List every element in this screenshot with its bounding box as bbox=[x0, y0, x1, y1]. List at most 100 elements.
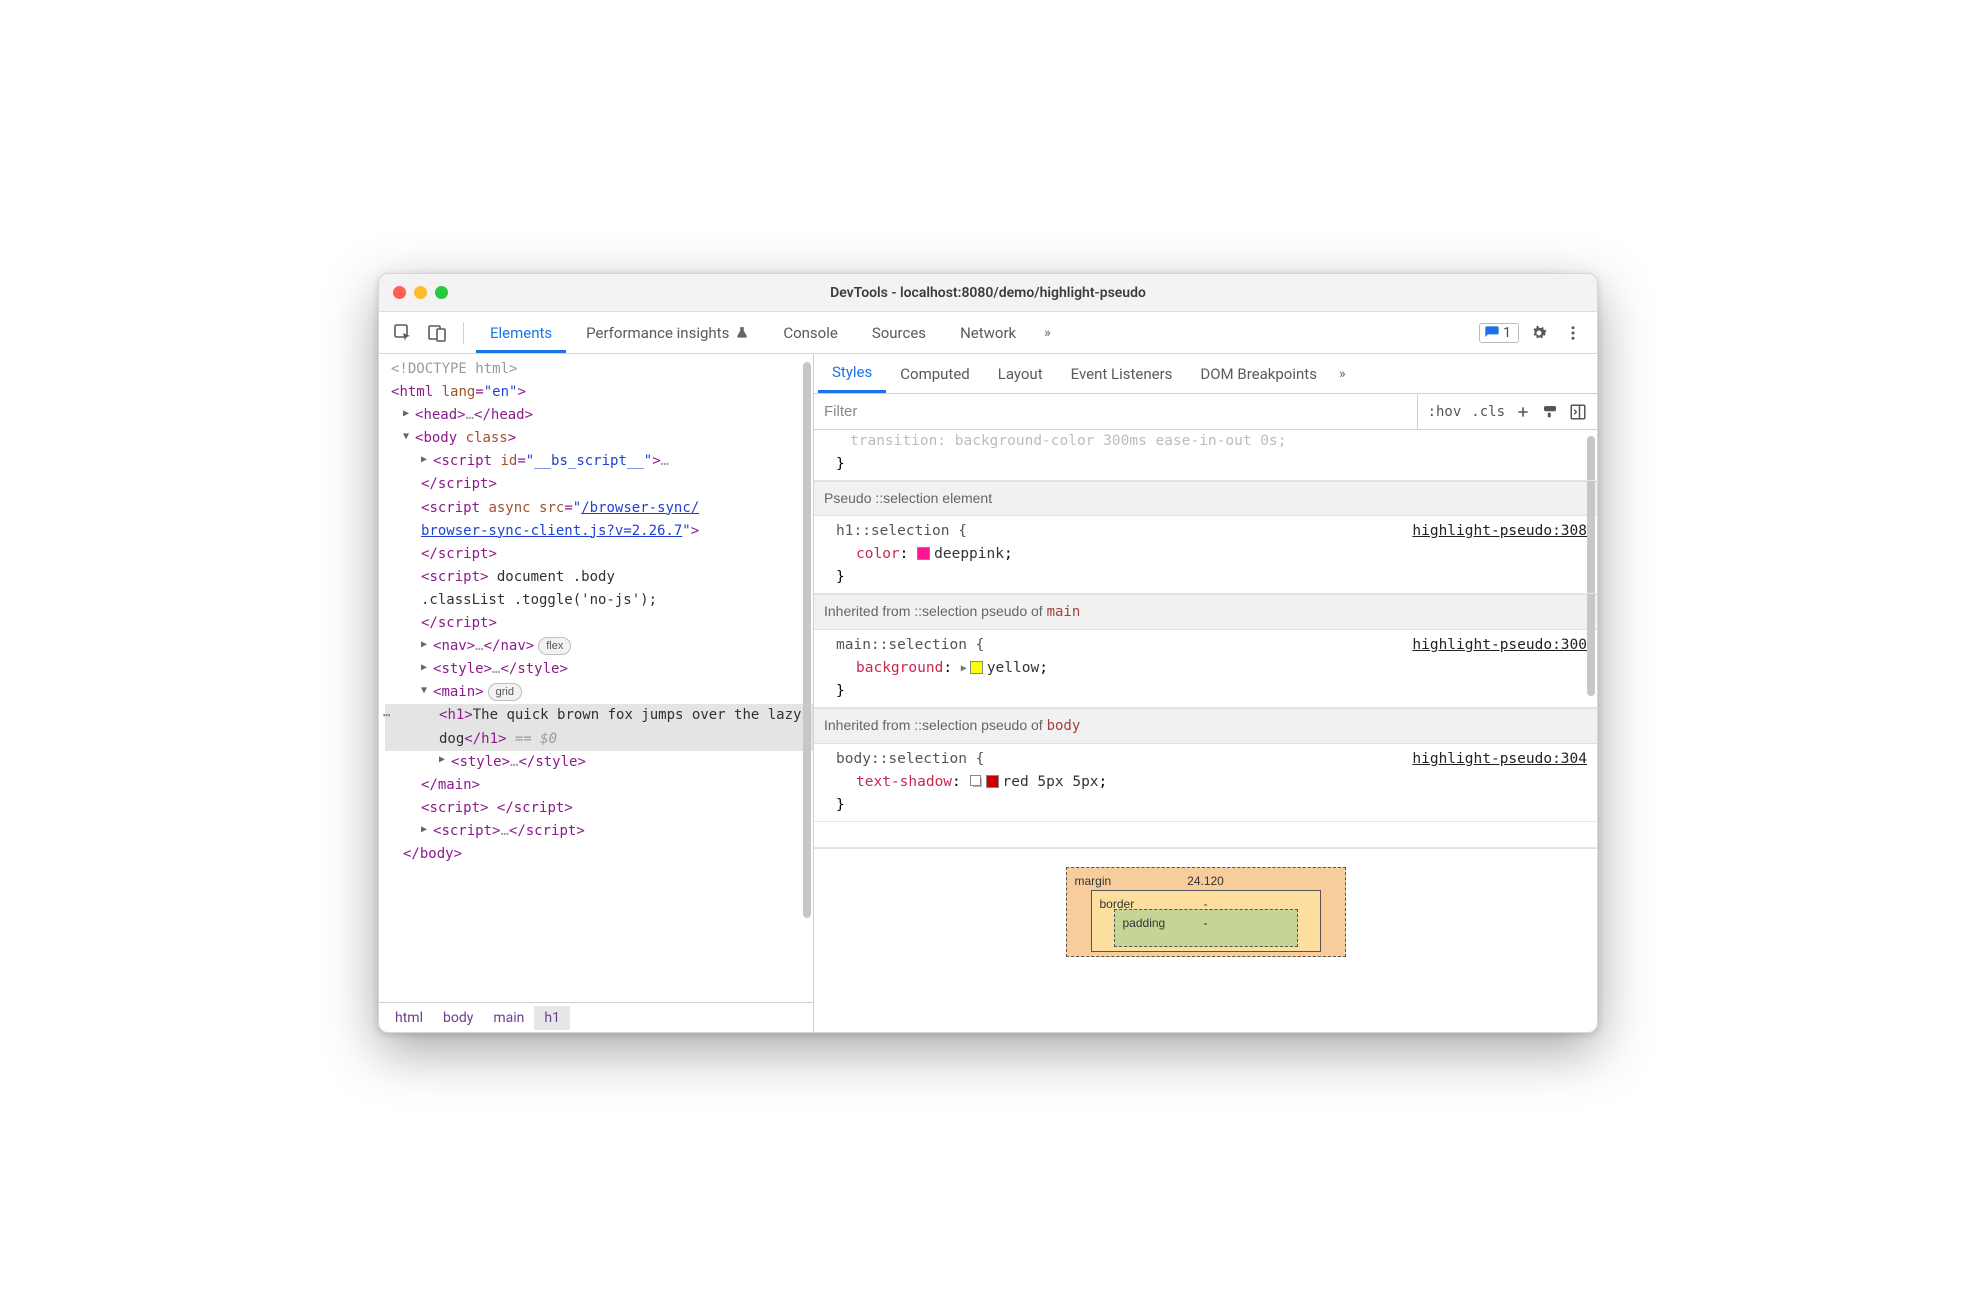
dom-tree[interactable]: <!DOCTYPE html> <html lang="en"> ▶<head>… bbox=[379, 354, 813, 870]
tab-console[interactable]: Console bbox=[769, 312, 852, 353]
script-node-3[interactable]: script bbox=[429, 569, 480, 585]
kebab-menu-icon[interactable] bbox=[1559, 319, 1587, 347]
tab-sources[interactable]: Sources bbox=[858, 312, 940, 353]
style-node-inner[interactable]: style bbox=[459, 754, 501, 770]
tab-network[interactable]: Network bbox=[946, 312, 1030, 353]
inspect-icon[interactable] bbox=[389, 319, 417, 347]
styles-filter-input[interactable] bbox=[814, 394, 1417, 429]
twistie-icon[interactable]: ▶ bbox=[439, 752, 451, 769]
rule3-prop[interactable]: text-shadow bbox=[856, 774, 952, 790]
style-close: style bbox=[535, 754, 577, 770]
twistie-icon[interactable]: ▶ bbox=[421, 822, 433, 839]
shadow-icon[interactable] bbox=[970, 775, 983, 788]
tab-performance-insights[interactable]: Performance insights bbox=[572, 312, 763, 353]
html-open[interactable]: html bbox=[399, 384, 433, 400]
dom-tree-scroller[interactable]: <!DOCTYPE html> <html lang="en"> ▶<head>… bbox=[379, 354, 813, 1002]
paint-icon[interactable] bbox=[1541, 403, 1559, 421]
subtab-styles[interactable]: Styles bbox=[818, 354, 886, 393]
issues-badge[interactable]: 1 bbox=[1479, 323, 1519, 343]
head-node[interactable]: head bbox=[423, 407, 457, 423]
color-swatch[interactable] bbox=[917, 547, 930, 560]
rule-main-selection[interactable]: highlight-pseudo:300 main::selection { b… bbox=[814, 630, 1597, 709]
twistie-icon[interactable]: ▶ bbox=[421, 660, 433, 677]
box-model[interactable]: margin 24.120 border - padding - bbox=[814, 848, 1597, 957]
computed-sidebar-icon[interactable] bbox=[1569, 403, 1587, 421]
dom-scrollbar[interactable] bbox=[803, 362, 811, 994]
script-node-4[interactable]: script bbox=[429, 800, 480, 816]
crumb-body[interactable]: body bbox=[433, 1006, 483, 1030]
ellipsis: … bbox=[661, 453, 669, 469]
source-link-3[interactable]: highlight-pseudo:304 bbox=[1412, 748, 1587, 771]
box-model-padding[interactable]: padding - bbox=[1114, 909, 1298, 947]
styles-filter-row: :hov .cls bbox=[814, 394, 1597, 430]
elements-panel: <!DOCTYPE html> <html lang="en"> ▶<head>… bbox=[379, 354, 814, 1032]
main-node[interactable]: main bbox=[441, 684, 475, 700]
cls-toggle[interactable]: .cls bbox=[1471, 404, 1505, 420]
rule3-selector[interactable]: body::selection { bbox=[836, 751, 984, 767]
color-swatch[interactable] bbox=[986, 775, 999, 788]
rule2-selector[interactable]: main::selection { bbox=[836, 637, 984, 653]
crumb-html[interactable]: html bbox=[385, 1006, 433, 1030]
hov-toggle[interactable]: :hov bbox=[1428, 404, 1462, 420]
crumb-h1[interactable]: h1 bbox=[534, 1006, 570, 1030]
script-node-5[interactable]: script bbox=[441, 823, 492, 839]
subtab-event-listeners[interactable]: Event Listeners bbox=[1057, 354, 1187, 393]
section-pseudo-selection: Pseudo ::selection element bbox=[814, 481, 1597, 515]
padding-top-val[interactable]: - bbox=[1115, 914, 1297, 933]
main-close: main bbox=[438, 777, 472, 793]
script-node-2[interactable]: script bbox=[429, 500, 480, 516]
inherit-body-el[interactable]: body bbox=[1047, 718, 1081, 734]
more-tabs-icon[interactable]: » bbox=[1036, 325, 1059, 341]
device-toolbar-icon[interactable] bbox=[423, 319, 451, 347]
expand-icon[interactable]: ▶ bbox=[961, 661, 967, 677]
tab-elements[interactable]: Elements bbox=[476, 312, 566, 353]
rule1-val[interactable]: deeppink bbox=[934, 546, 1004, 562]
margin-top-val[interactable]: 24.120 bbox=[1067, 872, 1345, 891]
h1-node-selected[interactable]: <h1>The quick brown fox jumps over the l… bbox=[385, 704, 813, 750]
flex-pill[interactable]: flex bbox=[538, 637, 571, 655]
crumb-main[interactable]: main bbox=[483, 1006, 534, 1030]
src-link-a[interactable]: /browser-sync/ bbox=[581, 500, 699, 516]
doctype-node[interactable]: <!DOCTYPE html> bbox=[391, 361, 517, 377]
style-node[interactable]: style bbox=[441, 661, 483, 677]
flask-icon bbox=[735, 326, 749, 340]
section-inherit-main: Inherited from ::selection pseudo of mai… bbox=[814, 594, 1597, 629]
more-subtabs-icon[interactable]: » bbox=[1331, 366, 1354, 382]
inherit-main-el[interactable]: main bbox=[1047, 604, 1081, 620]
twistie-icon[interactable]: ▶ bbox=[421, 452, 433, 469]
body-node[interactable]: body bbox=[423, 430, 457, 446]
rule3-val[interactable]: red 5px 5px bbox=[1003, 774, 1099, 790]
styles-content[interactable]: transition: background-color 300ms ease-… bbox=[814, 430, 1597, 1032]
rule2-prop[interactable]: background bbox=[856, 660, 943, 676]
twistie-icon[interactable]: ▼ bbox=[421, 683, 433, 700]
new-style-rule-icon[interactable] bbox=[1515, 404, 1531, 420]
twistie-icon[interactable]: ▶ bbox=[421, 637, 433, 654]
rule1-selector[interactable]: h1::selection { bbox=[836, 523, 967, 539]
subtab-layout[interactable]: Layout bbox=[984, 354, 1057, 393]
close-window-button[interactable] bbox=[393, 286, 406, 299]
source-link-2[interactable]: highlight-pseudo:300 bbox=[1412, 634, 1587, 657]
script-text: document .body bbox=[488, 569, 614, 585]
settings-icon[interactable] bbox=[1525, 319, 1553, 347]
twistie-icon[interactable]: ▼ bbox=[403, 429, 415, 446]
nav-node[interactable]: nav bbox=[441, 638, 466, 654]
source-link-1[interactable]: highlight-pseudo:308 bbox=[1412, 520, 1587, 543]
rule2-val[interactable]: yellow bbox=[987, 660, 1039, 676]
maximize-window-button[interactable] bbox=[435, 286, 448, 299]
section-inherit-body: Inherited from ::selection pseudo of bod… bbox=[814, 708, 1597, 743]
rule-body-selection[interactable]: highlight-pseudo:304 body::selection { t… bbox=[814, 744, 1597, 823]
box-model-margin[interactable]: margin 24.120 border - padding - bbox=[1066, 867, 1346, 957]
script-node-1[interactable]: script bbox=[441, 453, 492, 469]
minimize-window-button[interactable] bbox=[414, 286, 427, 299]
subtab-dom-breakpoints[interactable]: DOM Breakpoints bbox=[1186, 354, 1331, 393]
rule-partial[interactable]: transition: background-color 300ms ease-… bbox=[814, 430, 1597, 481]
issues-icon bbox=[1484, 325, 1500, 341]
box-model-border[interactable]: border - padding - bbox=[1091, 890, 1321, 952]
src-link-b[interactable]: browser-sync-client.js?v=2.26.7 bbox=[421, 523, 682, 539]
color-swatch[interactable] bbox=[970, 661, 983, 674]
subtab-computed[interactable]: Computed bbox=[886, 354, 984, 393]
twistie-icon[interactable]: ▶ bbox=[403, 406, 415, 423]
rule-h1-selection[interactable]: highlight-pseudo:308 h1::selection { col… bbox=[814, 516, 1597, 595]
rule1-prop[interactable]: color bbox=[856, 546, 900, 562]
grid-pill[interactable]: grid bbox=[488, 683, 522, 701]
